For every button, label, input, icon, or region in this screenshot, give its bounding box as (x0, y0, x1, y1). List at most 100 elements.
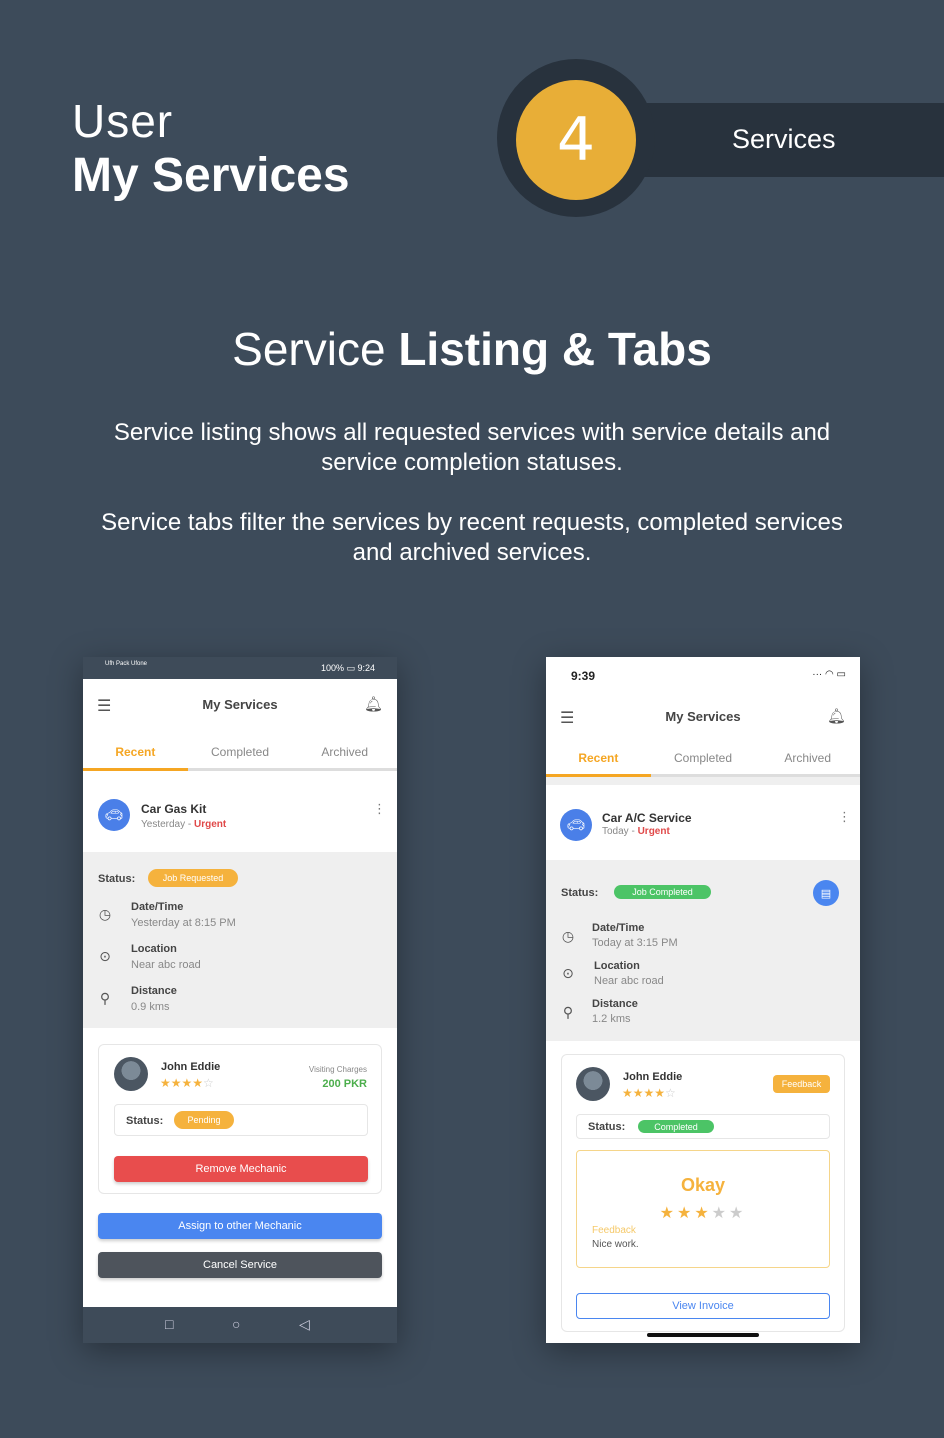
feedback-text: Nice work. (592, 1239, 639, 1250)
tab-completed[interactable]: Completed (188, 735, 293, 768)
header-title: My Services (72, 149, 350, 202)
service-name: Car A/C Service (602, 811, 692, 825)
visiting-charges-label: Visiting Charges (308, 1065, 367, 1074)
distance-icon: ⚲ (562, 1004, 574, 1020)
location-label: Location (131, 943, 177, 955)
section-title-bold: Listing & Tabs (398, 323, 712, 375)
mechanic-status-label: Status: (588, 1121, 626, 1133)
status-bar: 9:39 ··· ◠ ▭ (546, 657, 860, 691)
car-icon: 🚗︎ (560, 809, 592, 841)
feedback-rating-stars: ★★★★★ (659, 1205, 747, 1222)
home-indicator (647, 1333, 759, 1337)
app-title: My Services (665, 709, 741, 724)
service-name: Car Gas Kit (141, 802, 207, 816)
more-options-icon[interactable]: ⋮ (373, 801, 386, 817)
status-label: Status: (98, 873, 136, 885)
service-details: Status: Job Completed ▤ ◷ Date/Time Toda… (546, 860, 860, 1041)
distance-icon: ⚲ (99, 990, 111, 1006)
distance-label: Distance (131, 985, 177, 997)
mechanic-section: John Eddie ★★★★☆ Visiting Charges 200 PK… (83, 1028, 397, 1308)
datetime-label: Date/Time (592, 922, 645, 934)
assign-other-mechanic-button[interactable]: Assign to other Mechanic (98, 1213, 382, 1239)
tab-completed[interactable]: Completed (651, 741, 756, 774)
remove-mechanic-button[interactable]: Remove Mechanic (114, 1156, 368, 1182)
view-invoice-button[interactable]: View Invoice (576, 1293, 830, 1319)
tab-recent[interactable]: Recent (83, 735, 188, 771)
service-header[interactable]: 🚗︎ Car A/C Service Today - Urgent ⋮ (546, 785, 860, 860)
status-bar: Ufh Pack Ufone 100% ▭ 9:24 (83, 657, 397, 679)
avatar (114, 1057, 148, 1091)
feedback-box: Okay ★★★★★ Feedback Nice work. (576, 1150, 830, 1268)
home-icon[interactable]: ○ (232, 1316, 240, 1332)
car-icon: 🚗︎ (98, 799, 130, 831)
service-header[interactable]: 🚗︎ Car Gas Kit Yesterday - Urgent ⋮ (83, 777, 397, 852)
location-label: Location (594, 960, 640, 972)
signal-battery-icon: ··· ◠ ▭ (812, 669, 846, 680)
location-pin-icon: ⊙ (562, 965, 574, 981)
location-value: Near abc road (131, 959, 201, 971)
urgent-label: Urgent (194, 819, 227, 830)
recents-icon[interactable]: □ (165, 1316, 173, 1332)
feedback-label: Feedback (592, 1225, 636, 1236)
header-user-label: User (72, 95, 174, 147)
tab-archived[interactable]: Archived (292, 735, 397, 768)
step-badge: 4 (516, 80, 636, 200)
section-description-1: Service listing shows all requested serv… (113, 419, 831, 476)
status-badge: Job Requested (148, 869, 238, 887)
app-bar: ☰ My Services 🔔︎ (83, 679, 397, 729)
mechanic-card: John Eddie ★★★★☆ Feedback Status: Comple… (561, 1054, 845, 1332)
status-time: 9:39 (571, 669, 596, 683)
visiting-charges-value: 200 PKR (322, 1078, 367, 1090)
divider (546, 777, 860, 785)
datetime-value: Yesterday at 8:15 PM (131, 917, 236, 929)
carrier-label: Ufh Pack Ufone (105, 661, 148, 667)
distance-value: 0.9 kms (131, 1001, 170, 1013)
mechanic-status-box: Status: Completed (576, 1114, 830, 1139)
avatar (576, 1067, 610, 1101)
feedback-headline: Okay (680, 1175, 726, 1195)
section-title: Service Listing & Tabs (0, 326, 944, 372)
clock-icon: ◷ (561, 928, 575, 944)
mechanic-section: John Eddie ★★★★☆ Feedback Status: Comple… (546, 1041, 860, 1343)
service-tabs: Recent Completed Archived (546, 741, 860, 777)
service-subtitle: Yesterday - Urgent (141, 819, 226, 830)
service-details: Status: Job Requested ◷ Date/Time Yester… (83, 852, 397, 1028)
tab-archived[interactable]: Archived (755, 741, 860, 774)
service-tabs: Recent Completed Archived (83, 735, 397, 771)
clock-icon: ◷ (98, 906, 112, 922)
ribbon-label: Services (732, 124, 836, 154)
rating-stars: ★★★★☆ (622, 1086, 676, 1100)
mechanic-name: John Eddie (623, 1071, 683, 1083)
more-options-icon[interactable]: ⋮ (838, 809, 851, 825)
distance-value: 1.2 kms (592, 1013, 631, 1025)
rating-stars: ★★★★☆ (160, 1076, 214, 1090)
location-pin-icon: ⊙ (99, 948, 111, 964)
mechanic-name: John Eddie (161, 1061, 221, 1073)
service-when: Yesterday - (141, 819, 194, 830)
mechanic-status-box: Status: Pending (114, 1104, 368, 1136)
distance-label: Distance (592, 998, 638, 1010)
app-bar: ☰ My Services 🔔︎ (546, 691, 860, 741)
datetime-label: Date/Time (131, 901, 184, 913)
service-subtitle: Today - Urgent (602, 826, 670, 837)
app-title: My Services (202, 697, 278, 712)
mechanic-status-label: Status: (126, 1115, 164, 1127)
back-icon[interactable]: ◁ (299, 1316, 310, 1333)
datetime-value: Today at 3:15 PM (592, 937, 678, 949)
service-when: Today - (602, 826, 638, 837)
bell-icon[interactable]: 🔔︎ (364, 695, 383, 713)
section-description-2: Service tabs filter the services by rece… (101, 509, 843, 566)
battery-time: 100% ▭ 9:24 (320, 663, 375, 673)
section-title-light: Service (232, 323, 386, 375)
mechanic-status-badge: Pending (174, 1111, 234, 1129)
cancel-service-button[interactable]: Cancel Service (98, 1252, 382, 1278)
phone-screenshot-android: Ufh Pack Ufone 100% ▭ 9:24 ☰ My Services… (83, 657, 397, 1343)
urgent-label: Urgent (637, 826, 670, 837)
phone-screenshot-ios: 9:39 ··· ◠ ▭ ☰ My Services 🔔︎ Recent Com… (546, 657, 860, 1343)
mechanic-status-badge: Completed (638, 1120, 714, 1133)
tab-recent[interactable]: Recent (546, 741, 651, 777)
feedback-button[interactable]: Feedback (773, 1075, 830, 1093)
status-label: Status: (561, 887, 599, 899)
bell-icon[interactable]: 🔔︎ (827, 707, 846, 725)
chat-icon[interactable]: ▤ (813, 880, 839, 906)
